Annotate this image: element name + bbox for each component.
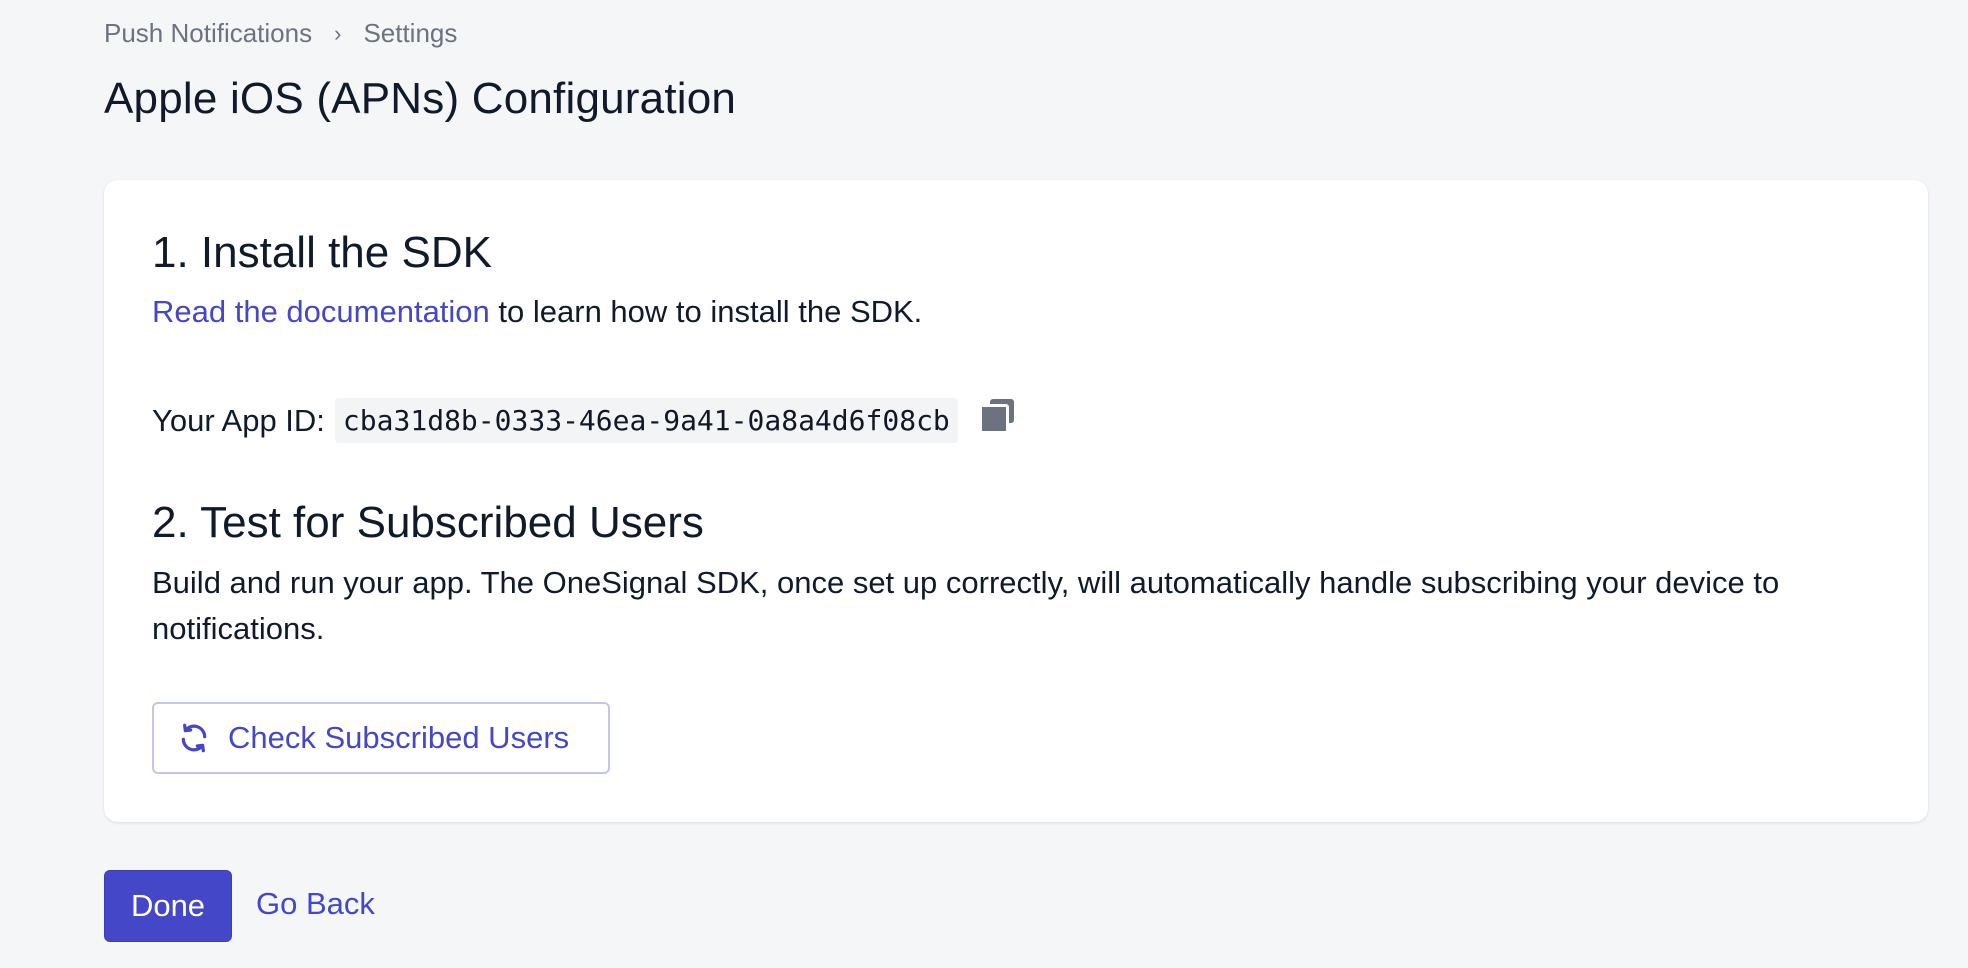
app-id-row: Your App ID: cba31d8b-0333-46ea-9a41-0a8… <box>152 398 1016 443</box>
check-subscribed-users-button[interactable]: Check Subscribed Users <box>152 702 610 774</box>
install-sdk-heading: 1. Install the SDK <box>152 228 492 277</box>
breadcrumb-separator-icon: › <box>334 20 342 46</box>
documentation-link[interactable]: Read the documentation <box>152 294 490 329</box>
configuration-card: 1. Install the SDK Read the documentatio… <box>104 180 1928 822</box>
page-title: Apple iOS (APNs) Configuration <box>104 74 737 123</box>
page: Push Notifications › Settings Apple iOS … <box>0 0 1968 968</box>
breadcrumb-item-push-notifications[interactable]: Push Notifications <box>104 18 312 49</box>
app-id-label: Your App ID: <box>152 402 325 438</box>
breadcrumb: Push Notifications › Settings <box>104 18 457 49</box>
go-back-link[interactable]: Go Back <box>256 886 375 922</box>
copy-icon-front <box>978 403 1009 434</box>
copy-icon[interactable] <box>978 398 1016 435</box>
install-sdk-text: Read the documentation to learn how to i… <box>152 294 922 330</box>
check-subscribed-users-label: Check Subscribed Users <box>228 720 570 755</box>
done-button[interactable]: Done <box>104 870 232 942</box>
test-subscribed-users-description: Build and run your app. The OneSignal SD… <box>152 565 1780 646</box>
breadcrumb-item-settings: Settings <box>363 18 458 48</box>
refresh-icon <box>181 723 207 753</box>
test-subscribed-users-heading: 2. Test for Subscribed Users <box>152 498 704 547</box>
app-id-value[interactable]: cba31d8b-0333-46ea-9a41-0a8a4d6f08cb <box>334 398 958 443</box>
install-sdk-text-suffix: to learn how to install the SDK. <box>489 294 923 329</box>
